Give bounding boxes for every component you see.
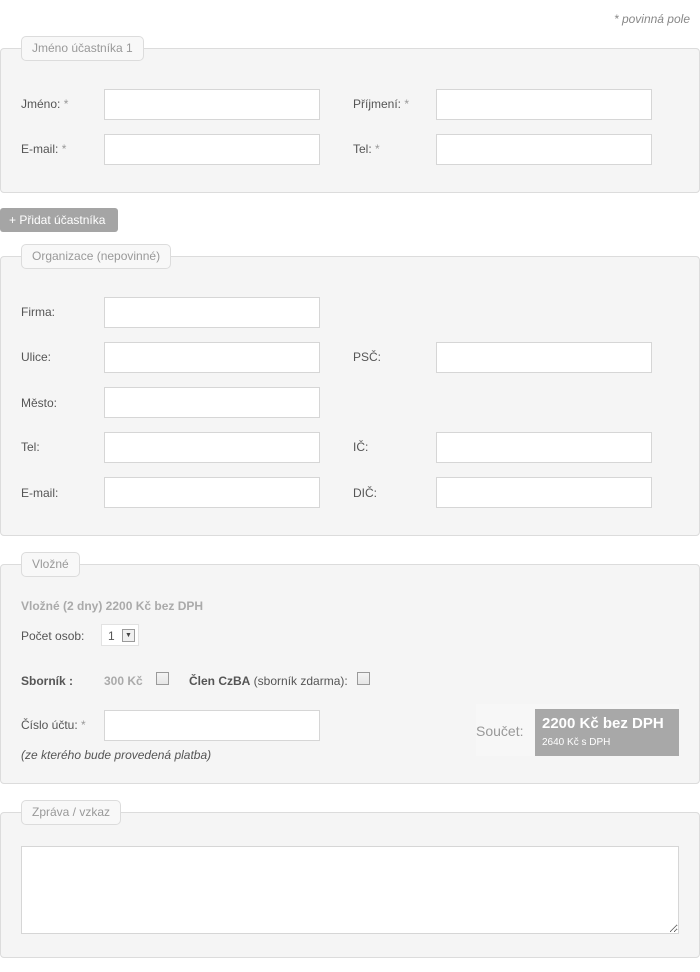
first-name-label-text: Jméno: [21, 97, 61, 111]
proceedings-checkbox[interactable] [156, 672, 169, 685]
total-with-vat: 2640 Kč s DPH [542, 737, 611, 748]
first-name-input[interactable] [104, 89, 320, 120]
company-label: Firma: [21, 305, 55, 319]
last-name-label-text: Příjmení: [353, 97, 402, 111]
phone-input[interactable] [436, 134, 652, 165]
total-label: Součet: [476, 723, 524, 739]
email-input[interactable] [104, 134, 320, 165]
account-label-text: Číslo účtu: [21, 718, 78, 732]
required-star: * [81, 718, 86, 732]
fee-legend: Vložné [21, 552, 80, 577]
total-box: 2200 Kč bez DPH 2640 Kč s DPH [535, 709, 679, 756]
participant-panel [0, 48, 700, 193]
chevron-down-icon[interactable]: ▼ [122, 629, 135, 642]
zip-label: PSČ: [353, 350, 382, 364]
account-label: Číslo účtu: * [21, 718, 86, 732]
first-name-label: Jméno: * [21, 97, 68, 111]
persons-label: Počet osob: [21, 629, 85, 643]
persons-select-value: 1 [108, 629, 115, 643]
organization-legend: Organizace (nepovinné) [21, 244, 172, 269]
phone-label: Tel: * [353, 142, 380, 156]
email-label: E-mail: * [21, 142, 66, 156]
phone-label-text: Tel: [353, 142, 372, 156]
required-star: * [404, 97, 410, 111]
company-input[interactable] [104, 297, 320, 328]
account-note: (ze kterého bude provedená platba) [21, 748, 212, 762]
last-name-label: Příjmení: * [353, 97, 409, 111]
member-label-bold: Člen CzBA [189, 674, 251, 688]
account-input[interactable] [104, 710, 320, 741]
proceedings-label: Sborník : [21, 674, 74, 688]
ico-input[interactable] [436, 432, 652, 463]
street-label: Ulice: [21, 350, 52, 364]
city-label: Město: [21, 396, 58, 410]
dic-label: DIČ: [353, 486, 377, 500]
org-phone-label: Tel: [21, 440, 40, 454]
street-input[interactable] [104, 342, 320, 373]
member-label: Člen CzBA (sborník zdarma): [189, 674, 348, 688]
required-star: * [61, 142, 67, 156]
org-email-label: E-mail: [21, 486, 59, 500]
required-star: * [375, 142, 380, 156]
proceedings-price: 300 Kč [104, 674, 143, 688]
org-phone-input[interactable] [104, 432, 320, 463]
message-legend: Zpráva / vzkaz [21, 800, 122, 825]
required-fields-note: * povinná pole [613, 12, 690, 26]
required-star: * [63, 97, 69, 111]
org-email-input[interactable] [104, 477, 320, 508]
add-participant-button[interactable]: + Přidat účastníka [0, 208, 118, 232]
message-textarea[interactable] [21, 846, 679, 934]
city-input[interactable] [104, 387, 320, 418]
persons-select[interactable]: 1 ▼ [101, 624, 139, 646]
email-label-text: E-mail: [21, 142, 59, 156]
zip-input[interactable] [436, 342, 652, 373]
last-name-input[interactable] [436, 89, 652, 120]
member-checkbox[interactable] [357, 672, 370, 685]
fee-heading: Vložné (2 dny) 2200 Kč bez DPH [21, 599, 204, 613]
member-label-rest: (sborník zdarma): [250, 674, 348, 688]
total-without-vat: 2200 Kč bez DPH [542, 715, 664, 732]
dic-input[interactable] [436, 477, 652, 508]
ico-label: IČ: [353, 440, 369, 454]
participant-legend: Jméno účastníka 1 [21, 36, 144, 61]
